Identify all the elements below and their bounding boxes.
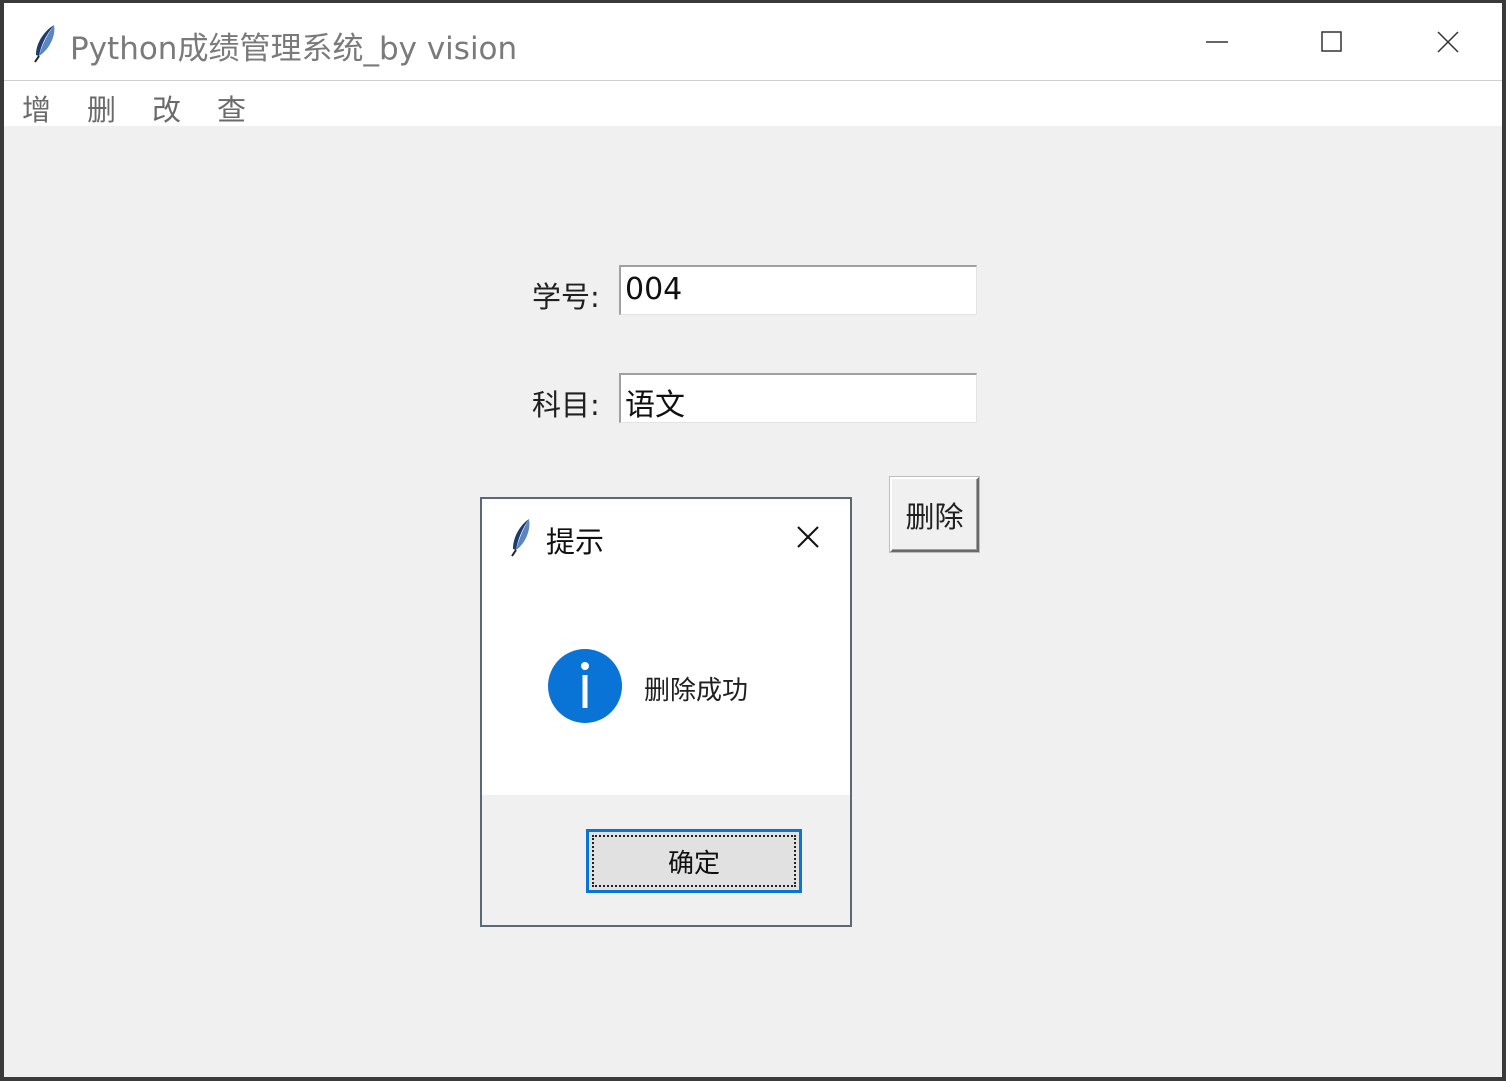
menu-item-query[interactable]: 查	[217, 87, 246, 129]
info-icon	[548, 649, 622, 723]
delete-button[interactable]: 删除	[890, 477, 979, 552]
student-id-label: 学号:	[532, 280, 600, 314]
minimize-button[interactable]	[1159, 3, 1275, 80]
message-dialog: 提示 删除成功 确定	[480, 497, 852, 927]
subject-label: 科目:	[532, 388, 600, 422]
subject-input[interactable]: 语文	[619, 373, 977, 423]
menu-item-delete[interactable]: 删	[87, 87, 116, 129]
close-icon[interactable]	[790, 519, 826, 555]
dialog-title: 提示	[546, 525, 605, 559]
dialog-body: 提示 删除成功	[482, 499, 850, 795]
maximize-icon	[1321, 30, 1342, 52]
close-button[interactable]	[1390, 3, 1506, 80]
ok-button[interactable]: 确定	[586, 829, 802, 893]
menu-item-edit[interactable]: 改	[152, 87, 181, 129]
ok-button-label: 确定	[667, 848, 720, 879]
window-title: Python成绩管理系统_by vision	[70, 31, 518, 67]
student-id-input[interactable]: 004	[619, 265, 977, 315]
dialog-message: 删除成功	[644, 676, 749, 706]
feather-icon	[34, 25, 55, 63]
title-bar[interactable]: Python成绩管理系统_by vision	[4, 3, 1502, 81]
menu-item-add[interactable]: 增	[22, 87, 51, 129]
close-icon	[1437, 30, 1459, 53]
maximize-button[interactable]	[1274, 3, 1390, 80]
feather-icon	[511, 519, 530, 557]
menu-bar: 增 删 改 查	[4, 81, 1502, 129]
minimize-icon	[1206, 40, 1228, 43]
